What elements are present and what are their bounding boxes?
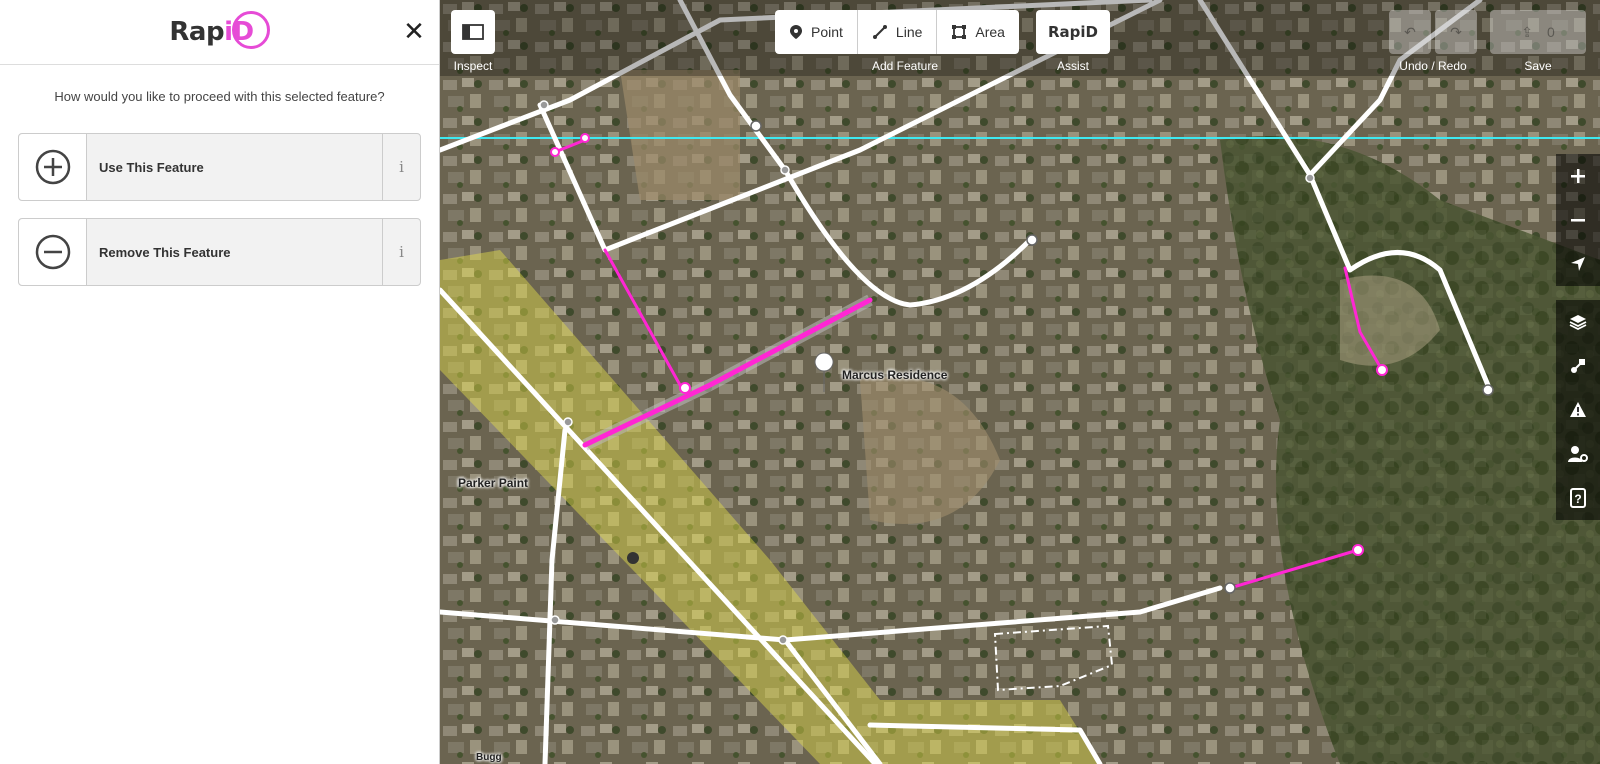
parker-paint-label: Parker Paint (458, 476, 529, 490)
add-point-button[interactable]: Point (775, 10, 858, 54)
area-label: Area (975, 24, 1005, 40)
close-icon[interactable]: ✕ (399, 16, 429, 46)
line-label: Line (895, 24, 923, 40)
inspect-label: Inspect (453, 59, 493, 73)
assist-label: Assist (1056, 59, 1089, 73)
warning-icon (1570, 402, 1586, 417)
use-feature-info-icon[interactable]: i (382, 134, 420, 200)
zoom-in-button[interactable] (1556, 154, 1600, 198)
add-line-button[interactable]: Line (858, 10, 938, 54)
line-icon (872, 25, 887, 39)
proceed-prompt: How would you like to proceed with this … (54, 89, 385, 104)
geolocate-button[interactable] (1556, 242, 1600, 286)
assist-button-text: RapiD (1047, 23, 1098, 41)
panel-controls: ? (1556, 300, 1600, 520)
save-label: Save (1524, 59, 1552, 73)
help-button[interactable]: ? (1556, 476, 1600, 520)
remove-feature-label: Remove This Feature (99, 244, 231, 260)
zoom-out-button[interactable] (1556, 198, 1600, 242)
zoom-in-icon (1571, 169, 1585, 183)
point-icon (790, 25, 802, 39)
undo-icon: ↶ (1404, 23, 1416, 40)
map-imagery (440, 0, 1600, 764)
issues-button[interactable] (1556, 388, 1600, 432)
sidebar-toggle-icon (462, 24, 484, 40)
map-canvas[interactable]: Inspect Point Line Area Add Feature Rapi… (440, 0, 1600, 764)
save-count: 0 (1546, 24, 1555, 40)
help-icon: ? (1570, 488, 1586, 508)
plus-circle-icon (19, 134, 87, 200)
area-icon (952, 25, 967, 39)
add-feature-label: Add Feature (871, 59, 939, 73)
undo-redo-label: Undo / Redo (1399, 59, 1467, 73)
background-layers-button[interactable] (1556, 300, 1600, 344)
rapid-editor: Rap iD ✕ How would you like to proceed wi… (0, 0, 1600, 764)
point-label: Point (811, 24, 843, 40)
add-area-button[interactable]: Area (937, 10, 1019, 54)
add-feature-group: Point Line Area (775, 10, 1019, 54)
remove-feature-button[interactable]: Remove This Feature i (18, 218, 421, 286)
preferences-button[interactable] (1556, 432, 1600, 476)
svg-text:?: ? (1574, 492, 1581, 506)
minus-circle-icon (19, 219, 87, 285)
logo-accent: iD (224, 17, 254, 47)
use-feature-label: Use This Feature (99, 159, 204, 175)
rapid-assist-button[interactable]: RapiD (1036, 10, 1110, 54)
user-gear-icon (1568, 446, 1588, 462)
redo-button[interactable]: ↷ (1435, 10, 1477, 54)
upload-icon: ⇪ (1521, 23, 1533, 40)
location-arrow-icon (1571, 257, 1585, 271)
zoom-out-icon (1571, 219, 1585, 222)
marcus-residence-label: Marcus Residence (842, 368, 948, 382)
undo-button[interactable]: ↶ (1389, 10, 1431, 54)
remove-feature-info-icon[interactable]: i (382, 219, 420, 285)
map-data-icon (1571, 359, 1585, 373)
map-data-button[interactable] (1556, 344, 1600, 388)
layers-icon (1569, 315, 1587, 331)
use-feature-button[interactable]: Use This Feature i (18, 133, 421, 201)
bottom-poi-label: Bugg (476, 752, 502, 763)
sidebar-header: Rap iD ✕ (0, 0, 439, 65)
inspect-toggle-button[interactable] (451, 10, 495, 54)
sidebar: Rap iD ✕ How would you like to proceed wi… (0, 0, 440, 764)
redo-icon: ↷ (1450, 23, 1462, 40)
logo-text: Rap (169, 17, 225, 47)
save-button[interactable]: ⇪ 0 (1490, 10, 1586, 54)
rapid-logo: Rap iD (169, 11, 270, 49)
map-controls (1556, 154, 1600, 286)
